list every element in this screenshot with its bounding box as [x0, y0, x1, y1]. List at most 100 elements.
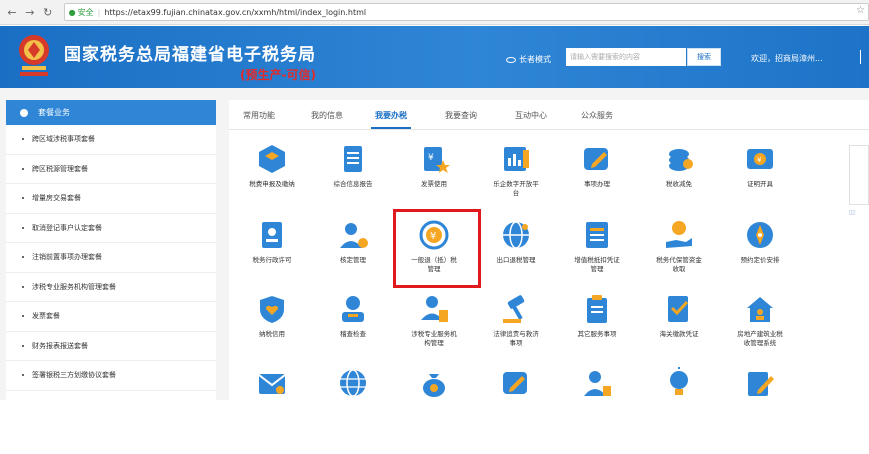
lock-icon: ●: [68, 7, 76, 17]
service-tile[interactable]: 涉税专业服务机 构管理: [401, 292, 467, 348]
bookmark-star-icon[interactable]: ☆: [856, 5, 865, 16]
service-tile-label: 事项办理: [584, 180, 610, 188]
tab-common[interactable]: 常用功能: [243, 110, 275, 121]
service-tile[interactable]: 其它服务事项: [564, 292, 630, 339]
sidebar-item[interactable]: 注销前置事项办理套餐: [6, 243, 216, 273]
browser-toolbar: ← → ↻ ● 安全 | https://etax99.fujian.china…: [0, 0, 869, 25]
tab-public-service[interactable]: 公众服务: [581, 110, 613, 121]
world-icon: [336, 366, 370, 400]
sidebar-item[interactable]: 发票套餐: [6, 302, 216, 332]
user-gear-icon: [336, 218, 370, 252]
service-tile[interactable]: [320, 366, 386, 404]
package-sidebar: 套餐业务 跨区域涉税事项套餐 跨区税源管理套餐 增量房交易套餐 取消登记事户认定…: [6, 100, 216, 400]
service-tile[interactable]: 税费申报及缴纳: [239, 142, 305, 189]
service-tile[interactable]: ¥ 证明开具: [727, 142, 793, 189]
forward-icon[interactable]: →: [22, 4, 38, 20]
right-float-link[interactable]: ▯▯: [849, 209, 856, 216]
shield-heart-icon: [255, 292, 289, 326]
service-tile-label: 税务代保管资金 收取: [656, 256, 702, 273]
service-tile-label: 预约定价安排: [740, 256, 780, 264]
site-subtitle: (预生产-可信): [240, 68, 316, 82]
service-tile[interactable]: ¥ 发票使用: [401, 142, 467, 189]
back-icon[interactable]: ←: [4, 4, 20, 20]
sidebar-item[interactable]: 增量房交易套餐: [6, 184, 216, 214]
tab-bar: 常用功能 我的信息 我要办税 我要查询 互动中心 公众服务: [229, 100, 869, 130]
service-tile[interactable]: [564, 366, 630, 404]
service-tile[interactable]: 预约定价安排: [727, 218, 793, 265]
service-tile-label: 出口退税管理: [496, 256, 536, 264]
sidebar-item[interactable]: 跨区税源管理套餐: [6, 155, 216, 184]
check-doc-icon: [662, 292, 696, 326]
document-icon: [336, 142, 370, 176]
hand-money-icon: [662, 218, 696, 252]
tab-interaction[interactable]: 互动中心: [515, 110, 547, 121]
sidebar-item[interactable]: 跨区域涉税事项套餐: [6, 125, 216, 155]
money-bag-icon: [417, 366, 451, 400]
person-card-icon: [580, 366, 614, 400]
service-tile-label: 海关缴款凭证: [659, 330, 699, 338]
house-user-icon: [743, 292, 777, 326]
service-tile[interactable]: 法律追责与救济 事项: [483, 292, 549, 348]
tab-tax-handling[interactable]: 我要办税: [375, 110, 407, 121]
coins-icon: [662, 142, 696, 176]
right-float-panel[interactable]: [849, 145, 869, 205]
service-tile[interactable]: 稽查检查: [320, 292, 386, 339]
service-tile-label: 乐企数字开放平 台: [493, 180, 539, 197]
package-icon: [20, 108, 28, 117]
service-tile[interactable]: 纳税信用: [239, 292, 305, 339]
address-bar[interactable]: ● 安全 | https://etax99.fujian.chinatax.go…: [63, 3, 869, 21]
service-tile[interactable]: 税务行政许可: [239, 218, 305, 265]
search-input[interactable]: 请输入需要搜索的内容: [566, 48, 686, 66]
service-tile-label: 纳税信用: [259, 330, 285, 338]
service-tile-label: 证明开具: [747, 180, 773, 188]
service-tile[interactable]: [483, 366, 549, 404]
service-tile[interactable]: 税务代保管资金 收取: [646, 218, 712, 274]
gavel-icon: [499, 292, 533, 326]
service-tile[interactable]: 乐企数字开放平 台: [483, 142, 549, 198]
elder-mode-toggle[interactable]: 长者模式: [506, 54, 551, 65]
pen-doc-icon: [743, 366, 777, 400]
service-tile[interactable]: 核定管理: [320, 218, 386, 265]
service-tile-label: 涉税专业服务机 构管理: [411, 330, 457, 347]
chart-doc-icon: [499, 142, 533, 176]
service-tile-label: 增值税抵扣凭证 管理: [574, 256, 620, 273]
service-tile-label: 发票使用: [421, 180, 447, 188]
service-tile-label: 其它服务事项: [577, 330, 617, 338]
reload-icon[interactable]: ↻: [40, 4, 56, 20]
mail-icon: [255, 366, 289, 400]
ticket-icon: [580, 218, 614, 252]
service-tile[interactable]: [401, 366, 467, 404]
tab-query[interactable]: 我要查询: [445, 110, 477, 121]
service-tile[interactable]: [646, 366, 712, 404]
service-tile-label: 房地产建筑业税 收管理系统: [737, 330, 783, 347]
sidebar-item[interactable]: 取消登记事户认定套餐: [6, 214, 216, 243]
service-tile[interactable]: 房地产建筑业税 收管理系统: [727, 292, 793, 348]
service-tile[interactable]: [727, 366, 793, 404]
site-header: 国家税务总局福建省电子税务局 (预生产-可信) 长者模式 请输入需要搜索的内容 …: [0, 26, 869, 88]
service-tile[interactable]: [239, 366, 305, 404]
search-button[interactable]: 搜索: [687, 48, 721, 66]
service-tile-label: 稽查检查: [340, 330, 366, 338]
globe-icon: [499, 218, 533, 252]
invoice-star-icon: ¥: [417, 142, 451, 176]
service-tile[interactable]: 海关缴款凭证: [646, 292, 712, 339]
sidebar-header: 套餐业务: [6, 100, 216, 125]
ticket-edit-icon: [499, 366, 533, 400]
sidebar-item[interactable]: 涉税专业服务机构管理套餐: [6, 273, 216, 302]
service-tile[interactable]: 综合信息报告: [320, 142, 386, 189]
active-tab-indicator: [371, 127, 411, 129]
sidebar-item[interactable]: 签署银税三方划缴协议套餐: [6, 361, 216, 391]
welcome-text[interactable]: 欢迎，招商局漳州...: [751, 53, 823, 64]
tab-my-info[interactable]: 我的信息: [311, 110, 343, 121]
sidebar-title: 套餐业务: [38, 108, 70, 117]
sidebar-item[interactable]: 财务报表报送套餐: [6, 332, 216, 361]
inspector-icon: [336, 292, 370, 326]
agent-doc-icon: [417, 292, 451, 326]
service-tile[interactable]: 税收减免: [646, 142, 712, 189]
service-tile[interactable]: 事项办理: [564, 142, 630, 189]
service-tile[interactable]: 出口退税管理: [483, 218, 549, 265]
highlight-box: [393, 209, 481, 288]
site-title: 国家税务总局福建省电子税务局: [64, 45, 316, 64]
service-tile[interactable]: 增值税抵扣凭证 管理: [564, 218, 630, 274]
svg-text:¥: ¥: [757, 156, 762, 164]
